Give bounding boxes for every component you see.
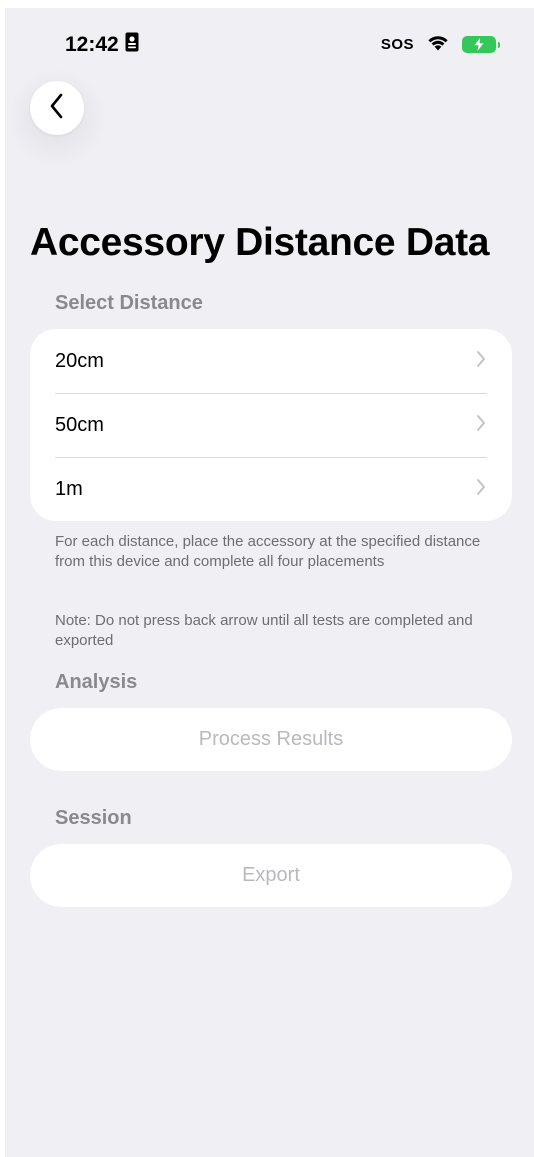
sos-indicator: SOS [380, 36, 414, 53]
analysis-header: Analysis [55, 671, 138, 693]
back-button[interactable] [30, 81, 84, 135]
app-screen: 12:42 SOS Accessory Distance Data Select… [5, 8, 534, 1157]
chevron-left-icon [49, 93, 65, 124]
distance-instructions: For each distance, place the accessory a… [55, 533, 481, 570]
distance-item-label: 20cm [55, 349, 104, 372]
select-distance-header: Select Distance [55, 292, 203, 314]
chevron-right-icon [476, 414, 486, 437]
distance-list: 20cm 50cm 1m [30, 329, 512, 521]
distance-item-1m[interactable]: 1m [30, 457, 512, 521]
battery-charging-icon [462, 36, 500, 53]
wifi-icon [426, 33, 450, 56]
page-title: Accessory Distance Data [30, 221, 490, 264]
distance-item-20cm[interactable]: 20cm [30, 329, 512, 393]
process-results-button[interactable]: Process Results [30, 708, 512, 771]
chevron-right-icon [476, 350, 486, 373]
export-button[interactable]: Export [30, 844, 512, 907]
status-bar-right: SOS [380, 33, 500, 56]
status-time: 12:42 [65, 33, 119, 56]
back-arrow-note: Note: Do not press back arrow until all … [55, 612, 473, 649]
status-bar-left: 12:42 [65, 32, 139, 58]
distance-item-label: 1m [55, 477, 83, 500]
chevron-right-icon [476, 478, 486, 501]
distance-item-label: 50cm [55, 413, 104, 436]
distance-item-50cm[interactable]: 50cm [30, 393, 512, 457]
session-header: Session [55, 807, 132, 829]
contact-card-icon [125, 32, 139, 58]
